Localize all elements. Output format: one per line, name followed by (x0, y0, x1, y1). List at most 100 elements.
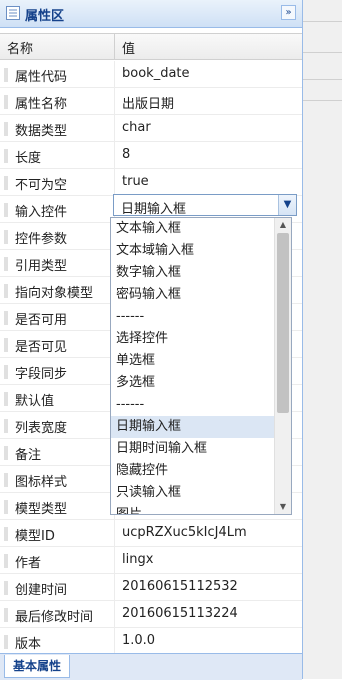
dropdown-option[interactable]: 只读输入框 (111, 482, 291, 504)
dropdown-option[interactable]: 隐藏控件 (111, 460, 291, 482)
property-name: 是否可见 (15, 340, 68, 355)
row-marker (4, 203, 8, 217)
column-separator (114, 88, 115, 114)
row-marker (4, 311, 8, 325)
property-value[interactable]: 8 (122, 147, 130, 162)
property-name: 长度 (15, 151, 42, 166)
dropdown-option[interactable]: 密码输入框 (111, 284, 291, 306)
column-separator (114, 169, 115, 195)
row-marker (4, 446, 8, 460)
dropdown-option[interactable]: ------ (111, 306, 291, 328)
property-row[interactable]: 长度 8 (0, 142, 302, 169)
collapse-panel-icon[interactable]: » (281, 5, 296, 20)
property-name: 输入控件 (15, 205, 68, 220)
column-separator (114, 547, 115, 573)
property-name: 属性名称 (15, 97, 68, 112)
property-name: 默认值 (15, 394, 55, 409)
row-marker (4, 392, 8, 406)
row-marker (4, 500, 8, 514)
dropdown-option[interactable]: 文本域输入框 (111, 240, 291, 262)
property-value[interactable]: char (122, 120, 151, 135)
row-marker (4, 149, 8, 163)
scrollbar-thumb[interactable] (277, 233, 289, 413)
column-separator (114, 34, 115, 60)
select-dropdown-list: 文本输入框 文本域输入框 数字输入框 密码输入框 ------ 选择控件 单选框 多选框 ---… (110, 217, 292, 515)
divider (303, 52, 342, 53)
column-name-header[interactable]: 名称 (7, 38, 33, 57)
dropdown-option[interactable]: ------ (111, 394, 291, 416)
column-value-header[interactable]: 值 (122, 38, 135, 57)
property-name: 创建时间 (15, 583, 68, 598)
property-name: 备注 (15, 448, 42, 463)
property-row[interactable]: 最后修改时间 20160615113224 (0, 601, 302, 628)
row-marker (4, 635, 8, 649)
property-name: 图标样式 (15, 475, 68, 490)
property-row[interactable]: 不可为空 true (0, 169, 302, 196)
property-row[interactable]: 模型ID ucpRZXuc5kIcJ4Lm (0, 520, 302, 547)
property-name: 属性代码 (15, 70, 68, 85)
dropdown-option[interactable]: 图片 (111, 504, 291, 514)
row-marker (4, 608, 8, 622)
property-value[interactable]: 20160615112532 (122, 579, 238, 594)
scroll-up-icon[interactable]: ▲ (275, 218, 291, 232)
property-value[interactable]: 1.0.0 (122, 633, 155, 648)
dropdown-option[interactable]: 日期输入框 (111, 416, 291, 438)
row-marker (4, 581, 8, 595)
column-separator (114, 628, 115, 654)
row-marker (4, 68, 8, 82)
property-name: 版本 (15, 637, 42, 652)
property-name: 数据类型 (15, 124, 68, 139)
panel-header: 属性区 » (0, 0, 302, 28)
input-control-select[interactable]: 日期输入框 ▼ (113, 194, 297, 217)
row-marker (4, 338, 8, 352)
property-row[interactable]: 属性代码 book_date (0, 61, 302, 88)
property-value[interactable]: lingx (122, 552, 153, 567)
panel-title: 属性区 (25, 9, 65, 24)
property-name: 列表宽度 (15, 421, 68, 436)
dropdown-option[interactable]: 日期时间输入框 (111, 438, 291, 460)
panel-list-icon (6, 6, 20, 20)
right-background-area (303, 0, 342, 679)
dropdown-option[interactable]: 数字输入框 (111, 262, 291, 284)
scroll-down-icon[interactable]: ▼ (275, 500, 291, 514)
column-separator (114, 574, 115, 600)
divider (303, 21, 342, 22)
select-value: 日期输入框 (121, 202, 187, 217)
dropdown-option[interactable]: 单选框 (111, 350, 291, 372)
property-name: 引用类型 (15, 259, 68, 274)
row-marker (4, 473, 8, 487)
property-name: 最后修改时间 (15, 610, 94, 625)
tab-basic-properties[interactable]: 基本属性 (4, 655, 71, 678)
property-value[interactable]: 20160615113224 (122, 606, 238, 621)
property-name: 不可为空 (15, 178, 68, 193)
property-value[interactable]: ucpRZXuc5kIcJ4Lm (122, 525, 247, 540)
column-separator (114, 142, 115, 168)
dropdown-option[interactable]: 文本输入框 (111, 218, 291, 240)
row-marker (4, 122, 8, 136)
column-separator (114, 601, 115, 627)
bottom-tab-bar: 基本属性 (0, 653, 302, 680)
property-name: 作者 (15, 556, 42, 571)
dropdown-option[interactable]: 选择控件 (111, 328, 291, 350)
row-marker (4, 419, 8, 433)
property-row[interactable]: 数据类型 char (0, 115, 302, 142)
property-value[interactable]: 出版日期 (122, 93, 174, 112)
property-value[interactable]: true (122, 174, 149, 189)
dropdown-scrollbar[interactable]: ▲ ▼ (274, 218, 291, 514)
property-row[interactable]: 属性名称 出版日期 (0, 88, 302, 115)
property-row[interactable]: 作者 lingx (0, 547, 302, 574)
row-marker (4, 527, 8, 541)
row-marker (4, 365, 8, 379)
property-name: 控件参数 (15, 232, 68, 247)
row-marker (4, 257, 8, 271)
property-name: 字段同步 (15, 367, 68, 382)
divider (303, 79, 342, 80)
property-name: 是否可用 (15, 313, 68, 328)
chevron-down-icon[interactable]: ▼ (278, 195, 296, 215)
property-value[interactable]: book_date (122, 66, 190, 81)
property-row[interactable]: 版本 1.0.0 (0, 628, 302, 655)
row-marker (4, 230, 8, 244)
property-panel: 属性区 » 名称 值 属性代码 book_date 属性名称 出版日期数据类型 char… (0, 0, 303, 680)
dropdown-option[interactable]: 多选框 (111, 372, 291, 394)
property-row[interactable]: 创建时间 20160615112532 (0, 574, 302, 601)
